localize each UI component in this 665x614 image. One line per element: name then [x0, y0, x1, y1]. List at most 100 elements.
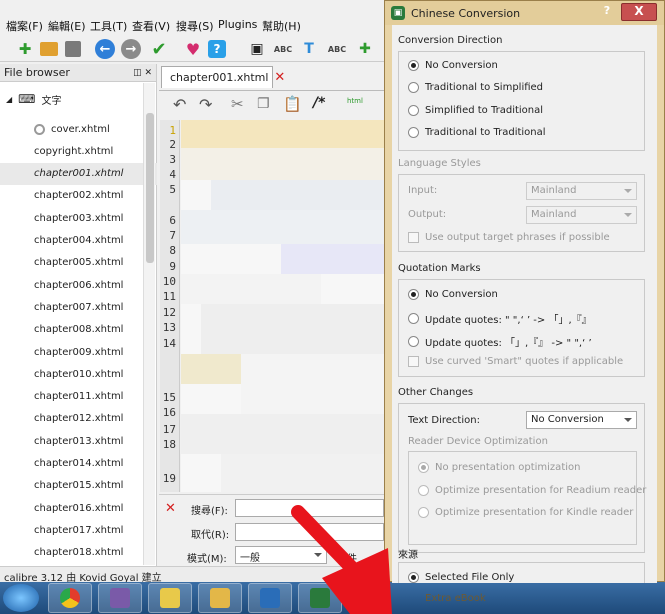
dialog-help-button[interactable]: ?: [597, 4, 617, 20]
file-list-item[interactable]: chapter012.xhtml: [0, 408, 157, 430]
radio-icon[interactable]: [408, 572, 419, 583]
reader-option-kindle[interactable]: Optimize presentation for Kindle reader: [418, 507, 633, 518]
file-list-item[interactable]: chapter011.xhtml: [0, 386, 157, 408]
menu-tools[interactable]: 工具(T): [90, 18, 127, 34]
menu-search[interactable]: 搜尋(S): [176, 18, 214, 34]
copy-icon[interactable]: ❐: [257, 96, 270, 112]
radio-icon[interactable]: [408, 105, 419, 116]
menu-edit[interactable]: 編輯(E): [48, 18, 86, 34]
panel-controls-icon[interactable]: ◫ ✕: [133, 68, 152, 78]
close-tab-icon[interactable]: ✕: [274, 70, 285, 85]
reader-option-none[interactable]: No presentation optimization: [418, 462, 580, 473]
file-list-item[interactable]: chapter008.xhtml: [0, 319, 157, 341]
taskbar-explorer[interactable]: [198, 583, 242, 613]
menu-file[interactable]: 檔案(F): [6, 18, 43, 34]
taskbar-calibre[interactable]: [248, 583, 292, 613]
file-browser-scrollbar[interactable]: [143, 83, 155, 565]
checkbox-icon[interactable]: [408, 232, 419, 243]
file-list-item[interactable]: chapter017.xhtml: [0, 519, 157, 541]
radio-icon[interactable]: [408, 336, 419, 347]
taskbar-xunlei[interactable]: [98, 583, 142, 613]
file-list-item[interactable]: chapter006.xhtml: [0, 274, 157, 296]
file-list-item[interactable]: chapter015.xhtml: [0, 475, 157, 497]
find-input[interactable]: [235, 499, 384, 517]
close-search-icon[interactable]: ✕: [165, 501, 176, 516]
redo-icon[interactable]: ↷: [199, 95, 212, 114]
reader-option-readium[interactable]: Optimize presentation for Readium reader: [418, 485, 646, 496]
cut-icon[interactable]: ✂: [231, 95, 244, 113]
html-check-icon[interactable]: html: [347, 97, 363, 105]
file-list-item[interactable]: chapter007.xhtml: [0, 296, 157, 318]
taskbar-chrome[interactable]: [48, 583, 92, 613]
file-list-item[interactable]: chapter013.xhtml: [0, 430, 157, 452]
chip-icon[interactable]: ▣: [246, 38, 268, 60]
direction-option-none[interactable]: No Conversion: [408, 60, 498, 71]
radio-icon[interactable]: [408, 289, 419, 300]
spell-fix-icon[interactable]: ABC: [326, 38, 348, 60]
check-icon[interactable]: ✔: [148, 38, 170, 60]
mode-select[interactable]: 一般: [235, 546, 327, 564]
file-list-item[interactable]: chapter004.xhtml: [0, 230, 157, 252]
quote-option-none[interactable]: No Conversion: [408, 289, 498, 300]
menu-view[interactable]: 查看(V): [132, 18, 170, 34]
target-phrases-checkbox[interactable]: Use output target phrases if possible: [408, 232, 610, 243]
add-file-icon[interactable]: ✚: [14, 38, 36, 60]
file-list-item[interactable]: chapter005.xhtml: [0, 252, 157, 274]
input-style-select[interactable]: Mainland: [526, 182, 637, 200]
checkbox-icon[interactable]: [408, 356, 419, 367]
taskbar-calibre-editor[interactable]: [298, 583, 342, 613]
file-list-item[interactable]: chapter001.xhtml: [0, 162, 157, 185]
tree-root[interactable]: ◢ ⌨ 文字: [0, 88, 157, 110]
text-icon[interactable]: T: [298, 38, 320, 60]
radio-icon[interactable]: [408, 127, 419, 138]
undo-icon[interactable]: ↶: [173, 95, 186, 114]
radio-icon[interactable]: [408, 313, 419, 324]
start-button[interactable]: [3, 584, 39, 612]
file-list-item[interactable]: chapter018.xhtml: [0, 542, 157, 564]
dialog-close-button[interactable]: X: [621, 3, 657, 21]
file-list-item[interactable]: cover.xhtml: [0, 118, 157, 140]
file-name: chapter011.xhtml: [34, 391, 124, 403]
source-option-selected-file[interactable]: Selected File Only: [408, 572, 514, 583]
help-icon[interactable]: ?: [206, 38, 228, 60]
file-list-item[interactable]: chapter014.xhtml: [0, 453, 157, 475]
smart-quotes-checkbox[interactable]: Use curved 'Smart" quotes if applicable: [408, 356, 623, 367]
radio-icon[interactable]: [408, 82, 419, 93]
tab-chapter001[interactable]: chapter001.xhtml ✕: [161, 66, 285, 88]
menu-plugins[interactable]: Plugins: [218, 18, 257, 31]
file-list-item[interactable]: chapter003.xhtml: [0, 207, 157, 229]
taskbar-faded-label: Extra eBook: [425, 593, 486, 604]
forward-icon[interactable]: →: [120, 38, 142, 60]
save-icon[interactable]: [62, 38, 84, 60]
quote-option-to-cjk[interactable]: Update quotes: " ",‘ ’ -> 「」,『』: [408, 311, 592, 326]
file-list-item[interactable]: copyright.xhtml: [0, 140, 157, 162]
direction-option-s2t[interactable]: Simplified to Traditional: [408, 105, 543, 116]
radio-icon[interactable]: [418, 462, 429, 473]
direction-option-t2t[interactable]: Traditional to Traditional: [408, 127, 546, 138]
code-editor[interactable]: [181, 120, 384, 492]
paste-icon[interactable]: 📋: [283, 95, 302, 113]
heart-icon[interactable]: ♥: [182, 38, 204, 60]
quote-option-to-western[interactable]: Update quotes: 「」,『』 -> " ",‘ ’: [408, 334, 592, 349]
menu-help[interactable]: 幫助(H): [262, 18, 301, 34]
comment-icon[interactable]: /*: [313, 95, 325, 111]
radio-icon[interactable]: [418, 485, 429, 496]
scrollbar-thumb[interactable]: [146, 113, 154, 263]
direction-option-t2s[interactable]: Traditional to Simplified: [408, 82, 543, 93]
back-icon[interactable]: ←: [94, 38, 116, 60]
file-list-item[interactable]: chapter016.xhtml: [0, 497, 157, 519]
collapse-arrow-icon[interactable]: ◢: [6, 95, 12, 104]
file-list-item[interactable]: chapter009.xhtml: [0, 341, 157, 363]
replace-input[interactable]: [235, 523, 384, 541]
open-book-icon[interactable]: [38, 38, 60, 60]
file-list-item[interactable]: chapter010.xhtml: [0, 363, 157, 385]
file-list-item[interactable]: chapter002.xhtml: [0, 185, 157, 207]
spellcheck-icon[interactable]: ABC: [272, 38, 294, 60]
text-direction-select[interactable]: No Conversion: [526, 411, 637, 429]
green-tool-icon[interactable]: ✚: [354, 38, 376, 60]
plugin-logo-icon: ▣: [391, 6, 405, 20]
output-style-select[interactable]: Mainland: [526, 206, 637, 224]
radio-icon[interactable]: [418, 507, 429, 518]
taskbar-notes[interactable]: [148, 583, 192, 613]
radio-icon[interactable]: [408, 60, 419, 71]
